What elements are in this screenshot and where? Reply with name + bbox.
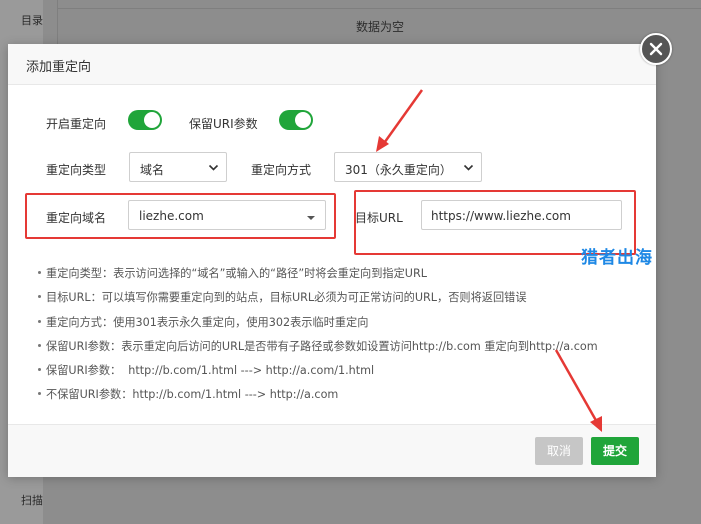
table-empty-text: 数据为空 <box>355 20 404 34</box>
keep-uri-label: 保留URI参数 <box>189 117 258 131</box>
toggle-knob <box>295 112 311 128</box>
submit-button[interactable]: 提交 <box>591 437 639 465</box>
redirect-domain-select[interactable]: liezhe.com <box>128 200 326 230</box>
target-url-input[interactable]: https://www.liezhe.com <box>421 200 622 230</box>
enable-redirect-toggle[interactable] <box>128 110 162 130</box>
target-url-value: https://www.liezhe.com <box>431 209 571 223</box>
chevron-down-icon <box>208 162 219 176</box>
enable-redirect-label: 开启重定向 <box>46 117 107 131</box>
redirect-domain-value: liezhe.com <box>139 209 204 223</box>
add-redirect-dialog: 添加重定向 开启重定向 保留URI参数 重定向类型 域名 重定向方式 301（永… <box>8 44 656 477</box>
sidebar-item[interactable]: 扫描 <box>0 492 43 508</box>
redirect-method-value: 301（永久重定向） <box>345 163 452 177</box>
list-item: 保留URI参数： http://b.com/1.html ---> http:/… <box>38 362 648 386</box>
dialog-footer: 取消 提交 <box>8 424 656 477</box>
target-url-label: 目标URL <box>355 211 403 225</box>
table-divider <box>58 8 701 9</box>
dialog-title: 添加重定向 <box>26 60 92 75</box>
chevron-down-icon <box>463 162 474 176</box>
list-item: 不保留URI参数：http://b.com/1.html ---> http:/… <box>38 386 648 410</box>
redirect-domain-label: 重定向域名 <box>46 211 107 225</box>
list-item: 重定向类型：表示访问选择的“域名”或输入的“路径”时将会重定向到指定URL <box>38 265 648 289</box>
sidebar-item[interactable]: 目录 <box>0 12 43 28</box>
background-table: 数据为空 <box>57 0 701 44</box>
close-button[interactable] <box>640 33 672 65</box>
list-item: 目标URL：可以填写你需要重定向到的站点，目标URL必须为可正常访问的URL，否… <box>38 289 648 313</box>
keep-uri-toggle[interactable] <box>279 110 313 130</box>
toggle-knob <box>144 112 160 128</box>
redirect-type-select[interactable]: 域名 <box>129 152 227 182</box>
list-item: 保留URI参数：表示重定向后访问的URL是否带有子路径或参数如设置访问http:… <box>38 338 648 362</box>
dialog-header: 添加重定向 <box>8 44 656 85</box>
help-notes: 重定向类型：表示访问选择的“域名”或输入的“路径”时将会重定向到指定URL 目标… <box>38 265 648 411</box>
redirect-type-value: 域名 <box>140 163 165 177</box>
redirect-method-select[interactable]: 301（永久重定向） <box>334 152 482 182</box>
redirect-method-label: 重定向方式 <box>251 163 312 177</box>
watermark-text: 猎者出海 <box>581 248 653 268</box>
redirect-type-label: 重定向类型 <box>46 163 107 177</box>
list-item: 重定向方式：使用301表示永久重定向，使用302表示临时重定向 <box>38 314 648 338</box>
caret-down-icon <box>306 211 316 225</box>
cancel-button[interactable]: 取消 <box>535 437 583 465</box>
